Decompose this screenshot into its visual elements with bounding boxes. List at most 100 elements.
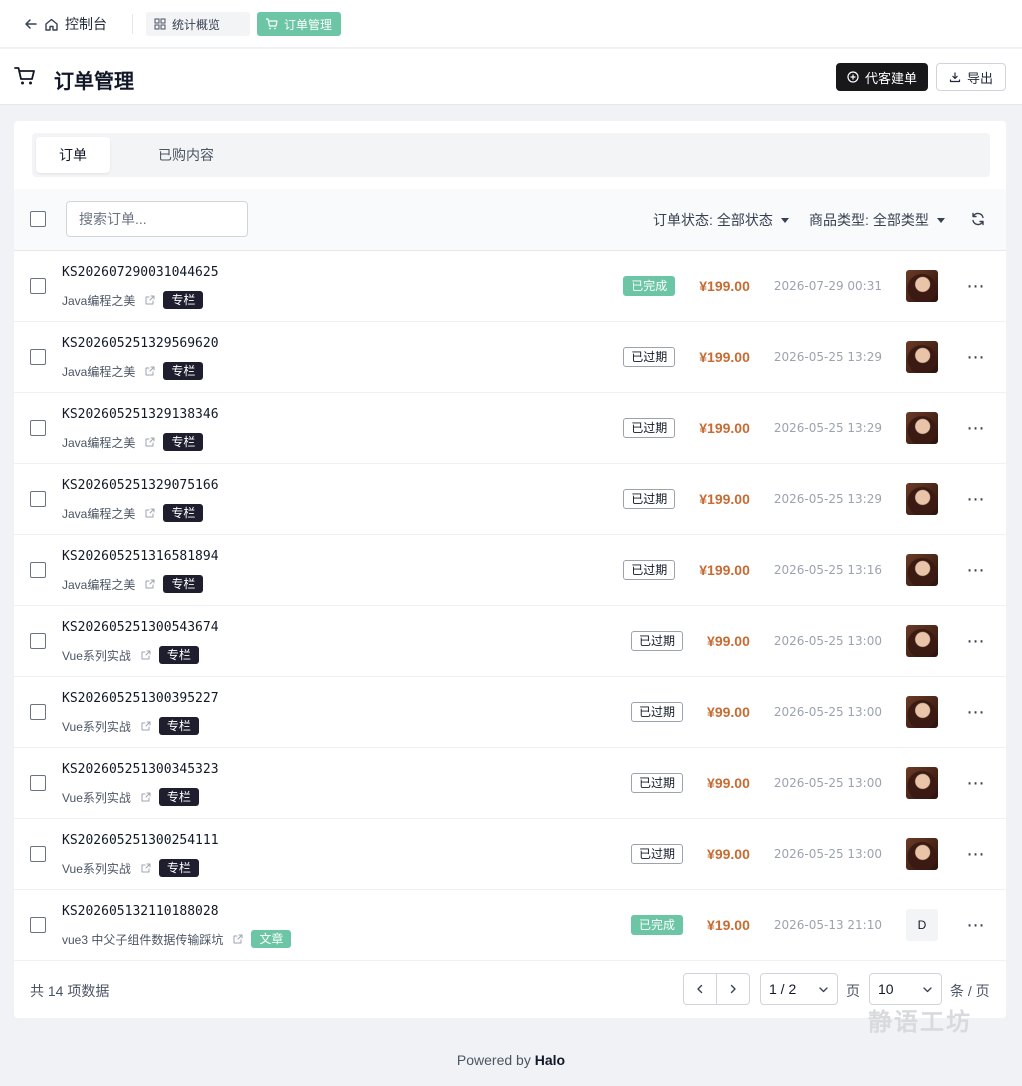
footer-brand-link[interactable]: Halo xyxy=(535,1052,565,1068)
page-select-value: 1 / 2 xyxy=(769,981,797,997)
order-price: ¥19.00 xyxy=(707,917,750,933)
external-link-icon[interactable] xyxy=(145,437,155,447)
user-avatar[interactable] xyxy=(906,696,938,728)
user-avatar[interactable]: D xyxy=(906,909,938,941)
row-checkbox[interactable] xyxy=(30,633,46,649)
more-actions-icon[interactable]: ⋯ xyxy=(966,418,986,439)
download-icon xyxy=(949,71,961,83)
external-link-icon[interactable] xyxy=(145,366,155,376)
order-number[interactable]: KS202605251300395227 xyxy=(62,691,219,706)
back-to-console[interactable]: 控制台 xyxy=(24,14,107,34)
row-checkbox[interactable] xyxy=(30,846,46,862)
more-actions-icon[interactable]: ⋯ xyxy=(966,773,986,794)
order-row[interactable]: KS202605251329569620 Java编程之美 专栏 已过期 ¥19… xyxy=(14,322,1006,393)
more-actions-icon[interactable]: ⋯ xyxy=(966,489,986,510)
user-avatar[interactable] xyxy=(906,341,938,373)
user-avatar[interactable] xyxy=(906,554,938,586)
order-status-filter[interactable]: 订单状态: 全部状态 xyxy=(653,210,789,230)
tab-purchased-content[interactable]: 已购内容 xyxy=(128,137,244,173)
order-row[interactable]: KS202605251329138346 Java编程之美 专栏 已过期 ¥19… xyxy=(14,393,1006,464)
order-number[interactable]: KS202605251316581894 xyxy=(62,549,219,564)
row-checkbox[interactable] xyxy=(30,278,46,294)
user-avatar[interactable] xyxy=(906,483,938,515)
order-row[interactable]: KS202605251316581894 Java编程之美 专栏 已过期 ¥19… xyxy=(14,535,1006,606)
user-avatar[interactable] xyxy=(906,625,938,657)
row-checkbox[interactable] xyxy=(30,491,46,507)
row-checkbox[interactable] xyxy=(30,562,46,578)
row-checkbox[interactable] xyxy=(30,917,46,933)
row-checkbox[interactable] xyxy=(30,349,46,365)
product-name: vue3 中父子组件数据传输踩坑 xyxy=(62,932,224,947)
order-time: 2026-05-25 13:00 xyxy=(773,705,882,719)
product-info: Java编程之美 专栏 xyxy=(62,575,204,593)
external-link-icon[interactable] xyxy=(145,295,155,305)
order-number[interactable]: KS202605251329138346 xyxy=(62,407,219,422)
more-actions-icon[interactable]: ⋯ xyxy=(966,702,986,723)
export-label: 导出 xyxy=(966,70,993,86)
order-meta: 已过期 ¥99.00 2026-05-25 13:00 ⋯ xyxy=(631,606,1006,676)
order-row[interactable]: KS202605251300543674 Vue系列实战 专栏 已过期 ¥99.… xyxy=(14,606,1006,677)
filter-value: 全部类型 xyxy=(872,212,929,228)
user-avatar[interactable] xyxy=(906,838,938,870)
more-actions-icon[interactable]: ⋯ xyxy=(966,560,986,581)
product-type-badge: 专栏 xyxy=(158,646,199,664)
product-type-filter[interactable]: 商品类型: 全部类型 xyxy=(809,210,945,230)
more-actions-icon[interactable]: ⋯ xyxy=(966,347,986,368)
external-link-icon[interactable] xyxy=(141,721,151,731)
order-row[interactable]: KS202605251300345323 Vue系列实战 专栏 已过期 ¥99.… xyxy=(14,748,1006,819)
order-row[interactable]: KS202605132110188028 vue3 中父子组件数据传输踩坑 文章… xyxy=(14,890,1006,961)
page-size-value: 10 xyxy=(878,981,894,997)
pagination: 共 14 项数据 1 / 2 页 10 条 / 页 xyxy=(14,961,1006,1018)
order-row[interactable]: KS202605251300254111 Vue系列实战 专栏 已过期 ¥99.… xyxy=(14,819,1006,890)
status-badge: 已完成 xyxy=(623,276,676,296)
tab-stats-overview[interactable]: 统计概览 xyxy=(146,12,250,36)
product-type-badge: 专栏 xyxy=(158,788,199,806)
order-row[interactable]: KS202605251329075166 Java编程之美 专栏 已过期 ¥19… xyxy=(14,464,1006,535)
order-row[interactable]: KS202607290031044625 Java编程之美 专栏 已完成 ¥19… xyxy=(14,251,1006,322)
create-order-button[interactable]: 代客建单 xyxy=(836,63,928,91)
search-input[interactable] xyxy=(66,201,248,237)
next-page-button[interactable] xyxy=(716,973,750,1005)
refresh-icon[interactable] xyxy=(970,211,986,227)
orders-list: KS202607290031044625 Java编程之美 专栏 已完成 ¥19… xyxy=(14,251,1006,961)
more-actions-icon[interactable]: ⋯ xyxy=(966,844,986,865)
order-number[interactable]: KS202605251329075166 xyxy=(62,478,219,493)
external-link-icon[interactable] xyxy=(145,579,155,589)
external-link-icon[interactable] xyxy=(141,650,151,660)
more-actions-icon[interactable]: ⋯ xyxy=(966,276,986,297)
chevron-down-icon xyxy=(818,984,829,995)
product-name: Java编程之美 xyxy=(62,435,136,450)
order-number[interactable]: KS202605251300345323 xyxy=(62,762,219,777)
order-row[interactable]: KS202605251300395227 Vue系列实战 专栏 已过期 ¥99.… xyxy=(14,677,1006,748)
chevron-left-icon xyxy=(695,984,705,994)
external-link-icon[interactable] xyxy=(141,792,151,802)
page-unit-label: 页 xyxy=(846,983,860,999)
order-number[interactable]: KS202605251300254111 xyxy=(62,833,219,848)
order-meta: 已过期 ¥99.00 2026-05-25 13:00 ⋯ xyxy=(631,748,1006,818)
user-avatar[interactable] xyxy=(906,270,938,302)
page-select[interactable]: 1 / 2 xyxy=(760,973,838,1005)
order-number[interactable]: KS202605132110188028 xyxy=(62,904,219,919)
more-actions-icon[interactable]: ⋯ xyxy=(966,915,986,936)
row-checkbox[interactable] xyxy=(30,704,46,720)
row-checkbox[interactable] xyxy=(30,420,46,436)
user-avatar[interactable] xyxy=(906,412,938,444)
product-info: Vue系列实战 专栏 xyxy=(62,859,199,877)
external-link-icon[interactable] xyxy=(145,508,155,518)
order-number[interactable]: KS202605251329569620 xyxy=(62,336,219,351)
more-actions-icon[interactable]: ⋯ xyxy=(966,631,986,652)
tab-orders[interactable]: 订单 xyxy=(36,137,110,173)
external-link-icon[interactable] xyxy=(233,934,243,944)
tab-order-management[interactable]: 订单管理 xyxy=(257,12,341,36)
select-all-checkbox[interactable] xyxy=(30,211,46,227)
product-type-badge: 专栏 xyxy=(158,859,199,877)
prev-page-button[interactable] xyxy=(683,973,717,1005)
row-checkbox[interactable] xyxy=(30,775,46,791)
external-link-icon[interactable] xyxy=(141,863,151,873)
page-size-select[interactable]: 10 xyxy=(869,973,942,1005)
order-number[interactable]: KS202605251300543674 xyxy=(62,620,219,635)
export-button[interactable]: 导出 xyxy=(936,63,1006,91)
order-number[interactable]: KS202607290031044625 xyxy=(62,265,219,280)
list-toolbar: 订单状态: 全部状态 商品类型: 全部类型 xyxy=(14,189,1006,251)
user-avatar[interactable] xyxy=(906,767,938,799)
